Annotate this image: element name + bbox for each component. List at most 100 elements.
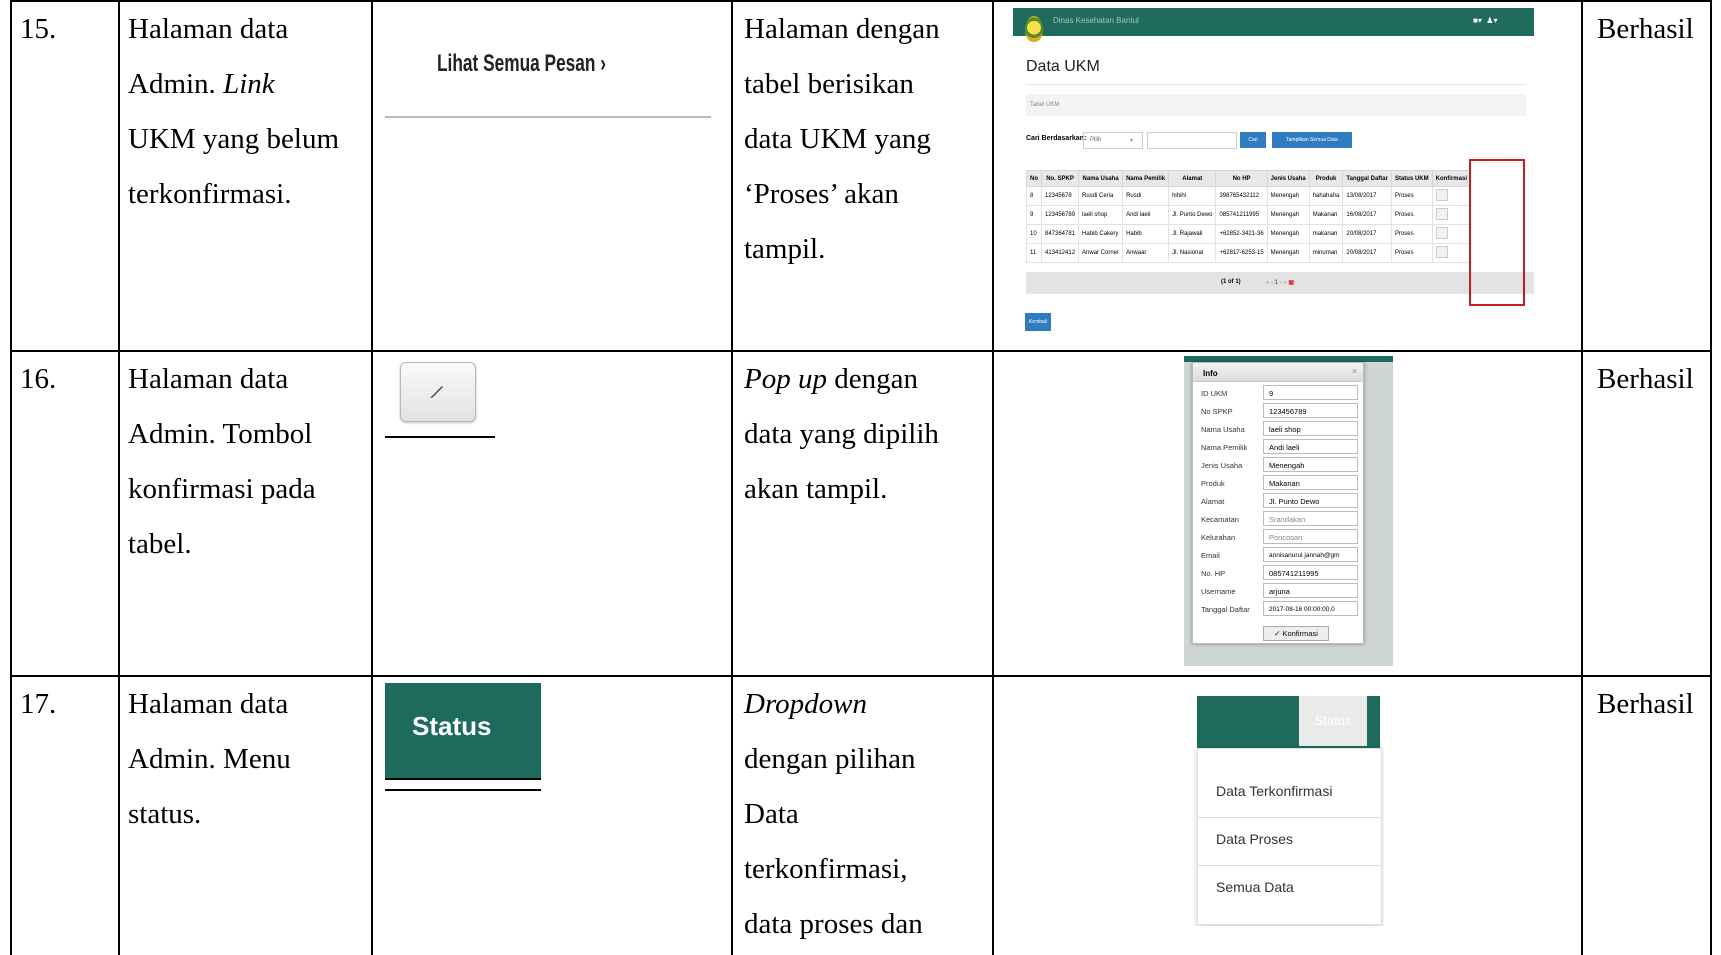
scenario-line: Admin. Tombol xyxy=(128,418,313,450)
table-row: 11 413412412 Anwar Corner Anwaar Jl. Nasiona… xyxy=(1026,243,1471,263)
expected-line: terkonfirmasi, xyxy=(744,853,908,885)
field-row: Tanggal Daftar 2017-08-16 00:00:00.0 xyxy=(1201,601,1366,619)
table-row: 8 12345678 Rusdi Ceria Rusdi hihihi 398765432… xyxy=(1026,186,1471,206)
italic-term: Pop up xyxy=(744,363,827,395)
kembali-button[interactable]: Kembali xyxy=(1025,313,1051,331)
divider xyxy=(385,436,495,438)
expected-line: tampil. xyxy=(744,233,826,265)
row-16-scenario: Halaman data Admin. Tombol konfirmasi pa… xyxy=(128,352,316,572)
top-navbar: Dinas Kesehatan Bantul ■▾ ♟▾ xyxy=(1013,8,1534,36)
scenario-line: Admin. Link xyxy=(128,68,275,100)
divider xyxy=(1198,865,1381,866)
field-row: No SPKP 123456789 xyxy=(1201,403,1366,421)
expected-line: Dropdown xyxy=(744,677,923,732)
status-dropdown-menu: Data Terkonfirmasi Data Proses Semua Dat… xyxy=(1197,748,1382,925)
scenario-line: terkonfirmasi. xyxy=(128,178,292,210)
field-row: ID UKM 9 xyxy=(1201,385,1366,403)
field-row: Kecamatan Srandakan xyxy=(1201,511,1366,529)
table-header: No No. SPKP Nama Usaha Nama Pemilik Alamat No… xyxy=(1026,170,1471,187)
field-row: Produk Makanan xyxy=(1201,475,1366,493)
italic-term: Dropdown xyxy=(744,688,867,720)
scenario-line: Halaman data xyxy=(128,13,289,45)
breadcrumb: Tabel UKM xyxy=(1026,94,1526,116)
field-row: Nama Pemilik Andi laeli xyxy=(1201,439,1366,457)
status-menu-button[interactable]: Status xyxy=(385,683,541,778)
row-16-number: 16. xyxy=(20,363,57,395)
menu-item-semua[interactable]: Semua Data xyxy=(1216,879,1294,895)
expected-line: akan tampil. xyxy=(744,473,888,505)
brand-text: Dinas Kesehatan Bantul xyxy=(1053,16,1139,25)
divider xyxy=(1026,84,1526,85)
row-17-result: Berhasil xyxy=(1597,688,1694,720)
field-row: Jenis Usaha Menengah xyxy=(1201,457,1366,475)
divider xyxy=(385,778,541,780)
search-label: Cari Berdasarkan: xyxy=(1026,135,1087,142)
search-input[interactable] xyxy=(1147,132,1237,149)
row-16-expected: Pop up dengan data yang dipilih akan tam… xyxy=(744,352,939,517)
menu-icons: ■▾ ♟▾ xyxy=(1473,16,1498,25)
field-row: Kelurahan Poncosari xyxy=(1201,529,1366,547)
field-row: Nama Usaha laeli shop xyxy=(1201,421,1366,439)
expected-line: data yang dipilih xyxy=(744,418,939,450)
row-15-result: Berhasil xyxy=(1597,13,1694,45)
pagination: (1 of 1) « ‹ 1 › » ▣ xyxy=(1026,272,1534,294)
scenario-line: Halaman data xyxy=(128,363,289,395)
highlight-box xyxy=(1469,159,1525,306)
ukm-table: No No. SPKP Nama Usaha Nama Pemilik Alamat No… xyxy=(1026,170,1471,263)
edit-icon[interactable] xyxy=(1435,246,1448,258)
table-row: 10 847364781 Habib Cakery Habib Jl. Rajawali… xyxy=(1026,224,1471,244)
edit-icon[interactable] xyxy=(1435,227,1448,239)
expected-line: Halaman dengan xyxy=(744,13,940,45)
page-title: Data UKM xyxy=(1026,58,1100,75)
search-select[interactable]: Pilih ▾ xyxy=(1083,132,1143,149)
logo-icon xyxy=(1025,16,1043,42)
divider xyxy=(1198,817,1381,818)
field-row: Email annisanurul jannah@gm xyxy=(1201,547,1366,565)
edit-icon[interactable] xyxy=(1435,189,1448,201)
row-17-scenario: Halaman data Admin. Menu status. xyxy=(128,677,291,842)
row-17-expected: Dropdown dengan pilihan Data terkonfirma… xyxy=(744,677,923,952)
edit-button[interactable] xyxy=(400,362,476,422)
scenario-line: Admin. Menu xyxy=(128,743,291,775)
menu-item-terkonfirmasi[interactable]: Data Terkonfirmasi xyxy=(1216,783,1332,799)
divider xyxy=(385,116,711,118)
status-dropdown-screenshot: Status Data Terkonfirmasi Data Proses Se… xyxy=(1194,690,1384,926)
close-icon[interactable]: × xyxy=(1352,366,1357,376)
row-17-number: 17. xyxy=(20,688,57,720)
scenario-line: UKM yang belum xyxy=(128,123,340,155)
divider xyxy=(385,789,541,791)
data-ukm-screenshot: Dinas Kesehatan Bantul ■▾ ♟▾ Data UKM Ta… xyxy=(1013,8,1534,336)
field-row: No. HP 085741211995 xyxy=(1201,565,1366,583)
cari-button[interactable]: Cari xyxy=(1240,132,1266,148)
lihat-semua-pesan-link[interactable]: Lihat Semua Pesan › xyxy=(437,50,606,78)
scenario-line: Halaman data xyxy=(128,688,289,720)
row-16-result: Berhasil xyxy=(1597,363,1694,395)
tampilkan-semua-button[interactable]: Tampilkan Semua Data xyxy=(1272,132,1352,148)
status-tab[interactable]: Status xyxy=(1299,696,1367,746)
pencil-icon xyxy=(430,386,443,398)
row-15-number: 15. xyxy=(20,13,57,45)
expected-line: data UKM yang xyxy=(744,123,931,155)
menu-item-proses[interactable]: Data Proses xyxy=(1216,831,1293,847)
expected-line: Pop up dengan xyxy=(744,363,918,395)
expected-line: Data xyxy=(744,798,799,830)
expected-line: tabel berisikan xyxy=(744,68,914,100)
konfirmasi-button[interactable]: ✓ Konfirmasi xyxy=(1263,626,1329,641)
pager-controls[interactable]: « ‹ 1 › » ▣ xyxy=(1266,279,1294,286)
info-popup-screenshot: Info × ID UKM 9 No SPKP 123456789 Nama Usah… xyxy=(1184,356,1393,666)
table-row: 9 123456789 laeli shop Andi laeli Jl. Punto … xyxy=(1026,205,1471,225)
scenario-line: tabel. xyxy=(128,528,192,560)
popup-header: Info × xyxy=(1193,363,1363,382)
scenario-line: konfirmasi pada xyxy=(128,473,316,505)
edit-icon[interactable] xyxy=(1435,208,1448,220)
info-popup: Info × ID UKM 9 No SPKP 123456789 Nama Usah… xyxy=(1192,362,1364,644)
field-row: Username arjuna xyxy=(1201,583,1366,601)
scenario-line: status. xyxy=(128,798,202,830)
row-15-expected: Halaman dengan tabel berisikan data UKM … xyxy=(744,2,940,277)
italic-term: Link xyxy=(223,68,275,100)
expected-line: data proses dan xyxy=(744,908,923,940)
expected-line: dengan pilihan xyxy=(744,743,916,775)
expected-line: ‘Proses’ akan xyxy=(744,178,899,210)
field-row: Alamat Jl. Punto Dewo xyxy=(1201,493,1366,511)
row-15-scenario: Halaman data Admin. Link UKM yang belum … xyxy=(128,2,339,222)
